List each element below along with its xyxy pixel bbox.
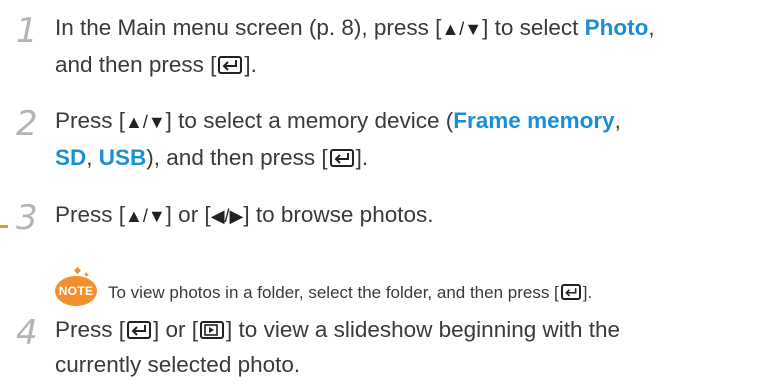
text-segment: Press [ bbox=[55, 202, 126, 227]
step-line: SD, USB), and then press []. bbox=[55, 140, 762, 175]
text-segment: Press [ bbox=[55, 317, 126, 342]
sparkle-icon bbox=[73, 266, 82, 275]
text-segment: ] to select a memory device ( bbox=[165, 108, 454, 133]
note-badge-icon: NOTE bbox=[55, 276, 97, 306]
step-number: 1 bbox=[16, 11, 38, 51]
text-segment: To view photos in a folder, select the f… bbox=[108, 283, 559, 302]
text-segment: ] or [ bbox=[153, 317, 199, 342]
text-segment: ]. bbox=[244, 52, 257, 77]
up-down-arrows-icon: ▲/▼ bbox=[125, 206, 166, 226]
step-number: 2 bbox=[16, 104, 38, 144]
text-segment: , bbox=[614, 108, 621, 133]
text-segment: , bbox=[648, 15, 655, 40]
highlight-frame-memory: Frame memory bbox=[453, 108, 615, 133]
slideshow-key-icon bbox=[200, 321, 225, 339]
step-text: Press [▲/▼] or [◀/▶] to browse photos. bbox=[55, 197, 762, 234]
text-segment: ] to select bbox=[482, 15, 585, 40]
text-segment: ] or [ bbox=[165, 202, 211, 227]
left-right-arrows-icon: ◀/▶ bbox=[210, 206, 244, 226]
enter-key-icon bbox=[560, 284, 581, 300]
text-segment: ] to browse photos. bbox=[243, 202, 434, 227]
step-text: Press [▲/▼] to select a memory device (F… bbox=[55, 103, 762, 175]
step-line: Press [▲/▼] to select a memory device (F… bbox=[55, 103, 762, 140]
text-segment: ), and then press [ bbox=[146, 145, 328, 170]
step-line: and then press []. bbox=[55, 47, 762, 82]
step-line: Press [ ] or [ ] to view a slideshow begin… bbox=[55, 312, 762, 347]
text-segment: , bbox=[86, 145, 99, 170]
enter-key-icon bbox=[329, 149, 354, 167]
highlight-usb: USB bbox=[98, 145, 147, 170]
up-down-arrows-icon: ▲/▼ bbox=[125, 112, 166, 132]
step-line: Press [▲/▼] or [◀/▶] to browse photos. bbox=[55, 197, 762, 234]
text-segment: ] to view a slideshow beginning with the bbox=[226, 317, 621, 342]
note: NOTE To view photos in a folder, select … bbox=[55, 266, 765, 310]
enter-key-icon bbox=[127, 321, 152, 339]
highlight-sd: SD bbox=[55, 145, 87, 170]
step-text: Press [ ] or [ ] to view a slideshow begin… bbox=[55, 312, 762, 382]
step-line: currently selected photo. bbox=[55, 352, 301, 377]
text-segment: ]. bbox=[355, 145, 369, 170]
step-number: 3 bbox=[16, 198, 38, 238]
sparkle-icon bbox=[84, 272, 89, 277]
highlight-photo: Photo bbox=[584, 15, 649, 40]
text-segment: In the Main menu screen (p. 8), press [ bbox=[55, 15, 442, 40]
text-segment: Press [ bbox=[55, 108, 126, 133]
step-number: 4 bbox=[16, 313, 38, 353]
current-step-marker bbox=[0, 225, 8, 228]
text-segment: and then press [ bbox=[55, 52, 217, 77]
up-down-arrows-icon: ▲/▼ bbox=[441, 19, 483, 39]
enter-key-icon bbox=[218, 56, 243, 74]
note-text: To view photos in a folder, select the f… bbox=[108, 282, 592, 304]
note-badge-label: NOTE bbox=[58, 284, 94, 298]
step-line: In the Main menu screen (p. 8), press [▲… bbox=[55, 10, 762, 47]
step-text: In the Main menu screen (p. 8), press [▲… bbox=[55, 10, 762, 82]
text-segment: ]. bbox=[582, 283, 593, 302]
